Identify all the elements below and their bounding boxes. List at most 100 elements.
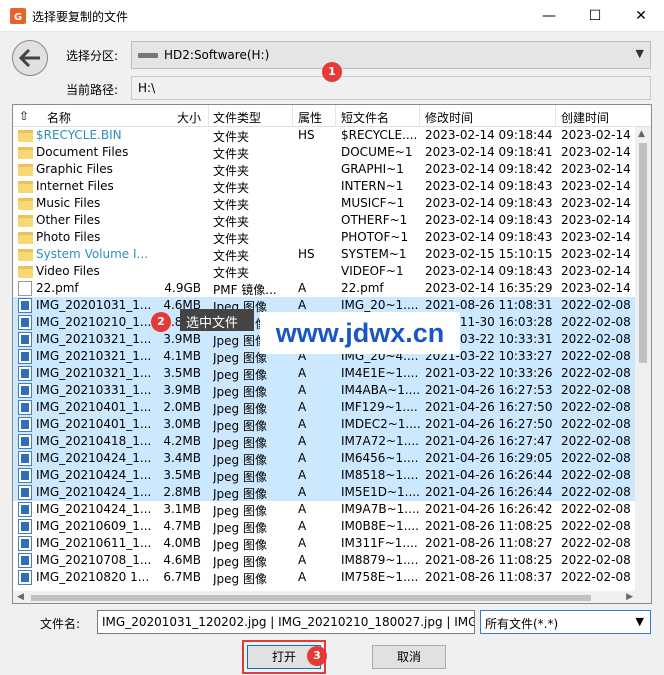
col-type[interactable]: 文件类型: [213, 109, 261, 126]
maximize-button[interactable]: ☐: [572, 0, 618, 32]
folder-icon: [18, 266, 33, 278]
col-short[interactable]: 短文件名: [341, 109, 389, 126]
step-badge-2: 2: [151, 312, 171, 332]
table-row[interactable]: IMG_20210424_1... 3.5MB Jpeg 图像 A IM8518~1..…: [13, 467, 637, 484]
table-row[interactable]: IMG_20210401_1... 3.0MB Jpeg 图像 A IMDEC2~1..…: [13, 416, 637, 433]
table-row[interactable]: System Volume I... 文件夹 HS SYSTEM~1 2023-02-1…: [13, 246, 637, 263]
table-row[interactable]: IMG_20210609_1... 4.7MB Jpeg 图像 A IM0B8E~1..…: [13, 518, 637, 535]
image-file-icon: [18, 332, 32, 347]
cell-name: IMG_20210609_1...: [36, 519, 152, 533]
image-file-icon: [18, 502, 32, 517]
col-created[interactable]: 创建时间: [561, 109, 609, 126]
col-divider[interactable]: [555, 105, 556, 127]
path-field[interactable]: H:\: [131, 76, 651, 100]
table-row[interactable]: IMG_20210820 1... 6.7MB Jpeg 图像 A IM758E~1..…: [13, 569, 637, 586]
table-row[interactable]: Other Files 文件夹 OTHERF~1 2023-02-14 09:18:4…: [13, 212, 637, 229]
cell-short: IM8879~1....: [341, 553, 419, 567]
cell-short: OTHERF~1: [341, 213, 408, 227]
cell-cre: 2023-02-14 0: [561, 281, 637, 295]
cell-short: $RECYCLE....: [341, 128, 418, 142]
cell-mod: 2023-02-14 09:18:41: [425, 145, 553, 159]
cell-type: 文件夹: [213, 164, 250, 178]
drive-select[interactable]: HD2:Software(H:) ▼: [131, 41, 651, 69]
cell-mod: 2021-04-26 16:26:42: [425, 502, 553, 516]
cell-short: IMG_20~1....: [341, 298, 419, 312]
table-row[interactable]: $RECYCLE.BIN 文件夹 HS $RECYCLE.... 2023-02-14 …: [13, 127, 637, 144]
cell-type: Jpeg 图像: [213, 504, 267, 518]
table-row[interactable]: Document Files 文件夹 DOCUME~1 2023-02-14 09:1…: [13, 144, 637, 161]
table-row[interactable]: IMG_20210331_1... 3.9MB Jpeg 图像 A IM4ABA~1..…: [13, 382, 637, 399]
cell-name: Music Files: [36, 196, 101, 210]
col-attr[interactable]: 属性: [298, 109, 322, 126]
filetype-select[interactable]: 所有文件(*.*) ▼: [480, 610, 651, 634]
cancel-button[interactable]: 取消: [372, 645, 446, 669]
cell-mod: 2021-08-26 11:08:31: [425, 298, 553, 312]
table-row[interactable]: IMG_20210611_1... 4.0MB Jpeg 图像 A IM311F~1..…: [13, 535, 637, 552]
cell-name: IMG_20210424_1...: [36, 468, 152, 482]
file-list[interactable]: ⇧ 名称 大小 文件类型 属性 短文件名 修改时间 创建时间 $RECYCLE.…: [12, 104, 652, 604]
cell-type: Jpeg 图像: [213, 419, 267, 433]
cell-name: Video Files: [36, 264, 100, 278]
cell-type: 文件夹: [213, 232, 250, 246]
table-row[interactable]: Internet Files 文件夹 INTERN~1 2023-02-14 09:1…: [13, 178, 637, 195]
vertical-scrollbar[interactable]: ▲: [635, 127, 651, 603]
horizontal-scrollbar[interactable]: ◀ ▶: [13, 591, 637, 603]
table-row[interactable]: IMG_20210418_1... 4.2MB Jpeg 图像 A IM7A72~1..…: [13, 433, 637, 450]
cell-short: IM6456~1....: [341, 451, 419, 465]
image-file-icon: [18, 315, 32, 330]
image-file-icon: [18, 570, 32, 585]
filename-value: IMG_20201031_120202.jpg | IMG_20210210_1…: [102, 615, 475, 629]
minimize-button[interactable]: —: [526, 0, 572, 32]
cell-mod: 2023-02-14 09:18:43: [425, 264, 553, 278]
scroll-thumb[interactable]: [31, 595, 591, 601]
table-row[interactable]: IMG_20210708_1... 4.6MB Jpeg 图像 A IM8879~1..…: [13, 552, 637, 569]
cell-short: IM4ABA~1....: [341, 383, 421, 397]
chevron-down-icon: ▼: [635, 47, 644, 60]
path-label: 当前路径:: [66, 83, 119, 97]
table-row[interactable]: IMG_20210321_1... 3.5MB Jpeg 图像 A IM4E1E~1..…: [13, 365, 637, 382]
col-name[interactable]: 名称: [47, 109, 71, 126]
back-button[interactable]: [12, 40, 48, 76]
cell-attr: A: [298, 400, 307, 414]
folder-icon: [18, 215, 33, 227]
cell-name: IMG_20210708_1...: [36, 553, 152, 567]
cell-mod: 2021-04-26 16:27:50: [425, 400, 553, 414]
table-row[interactable]: IMG_20210401_1... 2.0MB Jpeg 图像 A IMF129~1..…: [13, 399, 637, 416]
cell-mod: 2021-04-26 16:29:05: [425, 451, 553, 465]
cell-cre: 2023-02-14 0: [561, 162, 637, 176]
scroll-left-icon[interactable]: ◀: [17, 592, 24, 602]
table-row[interactable]: IMG_20210424_1... 3.1MB Jpeg 图像 A IM9A7B~1..…: [13, 501, 637, 518]
scroll-right-icon[interactable]: ▶: [626, 592, 633, 602]
table-row[interactable]: IMG_20210424_1... 3.4MB Jpeg 图像 A IM6456~1..…: [13, 450, 637, 467]
cell-cre: 2022-02-08 1: [561, 417, 637, 431]
table-row[interactable]: Video Files 文件夹 VIDEOF~1 2023-02-14 09:18:4…: [13, 263, 637, 280]
cell-short: IMDEC2~1....: [341, 417, 421, 431]
col-divider[interactable]: [292, 105, 293, 127]
scroll-thumb[interactable]: [639, 143, 647, 363]
cell-short: IM8518~1....: [341, 468, 419, 482]
cell-short: VIDEOF~1: [341, 264, 404, 278]
table-row[interactable]: Graphic Files 文件夹 GRAPHI~1 2023-02-14 09:18…: [13, 161, 637, 178]
cell-short: IM5E1D~1....: [341, 485, 420, 499]
cell-attr: HS: [298, 128, 315, 142]
close-button[interactable]: ✕: [618, 0, 664, 32]
col-divider[interactable]: [208, 105, 209, 127]
drive-label: 选择分区:: [66, 49, 119, 63]
filename-input[interactable]: IMG_20201031_120202.jpg | IMG_20210210_1…: [97, 610, 475, 634]
image-file-icon: [18, 400, 32, 415]
cell-type: 文件夹: [213, 181, 250, 195]
col-divider[interactable]: [335, 105, 336, 127]
image-file-icon: [18, 451, 32, 466]
col-divider[interactable]: [419, 105, 420, 127]
folder-icon: [18, 147, 33, 159]
window-title: 选择要复制的文件: [32, 10, 129, 24]
table-row[interactable]: IMG_20210424_1... 2.8MB Jpeg 图像 A IM5E1D~1..…: [13, 484, 637, 501]
table-row[interactable]: Music Files 文件夹 MUSICF~1 2023-02-14 09:18:4…: [13, 195, 637, 212]
folder-icon: [18, 181, 33, 193]
col-modified[interactable]: 修改时间: [425, 109, 473, 126]
table-row[interactable]: Photo Files 文件夹 PHOTOF~1 2023-02-14 09:18:4…: [13, 229, 637, 246]
up-folder-icon[interactable]: ⇧: [19, 109, 29, 123]
table-row[interactable]: 22.pmf 4.9GB PMF 镜像... A 22.pmf 2023-02-14 16…: [13, 280, 637, 297]
col-size[interactable]: 大小: [177, 109, 201, 126]
scroll-up-icon[interactable]: ▲: [638, 129, 645, 139]
